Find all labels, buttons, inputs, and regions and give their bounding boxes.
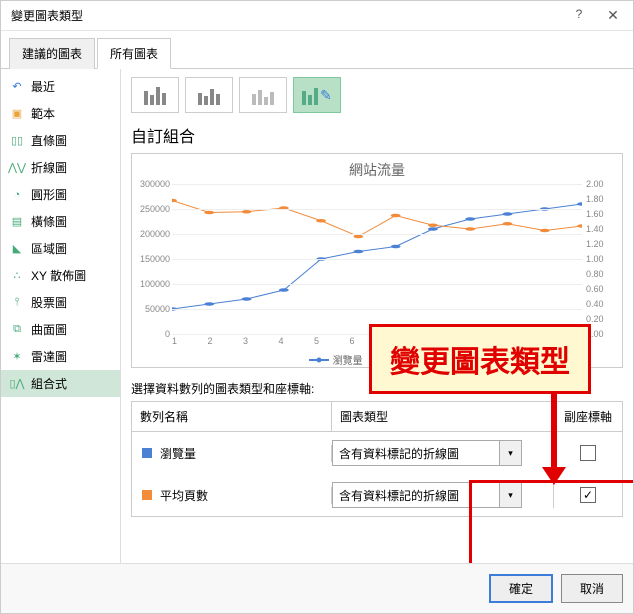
annotation-arrow bbox=[551, 389, 575, 485]
scatter-chart-icon: ∴ bbox=[9, 269, 25, 283]
header-chart-type: 圖表類型 bbox=[332, 402, 554, 431]
bar-chart-icon: ▤ bbox=[9, 215, 25, 229]
folder-icon: ▣ bbox=[9, 107, 25, 121]
series-swatch bbox=[142, 490, 152, 500]
sidebar-item-label: 折線圖 bbox=[31, 159, 67, 176]
chart-type-dropdown-2[interactable]: 含有資料標記的折線圖 ▾ bbox=[332, 482, 522, 508]
chevron-down-icon[interactable]: ▾ bbox=[499, 483, 521, 507]
subtype-thumbnails: ✎ bbox=[131, 77, 623, 113]
sidebar-item-label: 橫條圖 bbox=[31, 213, 67, 230]
chart-plot-area: 0500001000001500002000002500003000000.00… bbox=[172, 184, 582, 334]
sidebar-item-label: 範本 bbox=[31, 105, 55, 122]
series-name-1: 瀏覽量 bbox=[160, 445, 331, 462]
combo-chart-icon: ▯⋀ bbox=[9, 377, 25, 391]
combo-subtype-1[interactable] bbox=[131, 77, 179, 113]
sidebar-item-stock[interactable]: ⫯ 股票圖 bbox=[1, 289, 120, 316]
sidebar-item-label: 股票圖 bbox=[31, 294, 67, 311]
chart-type-dropdown-1[interactable]: 含有資料標記的折線圖 ▾ bbox=[332, 440, 522, 466]
series-swatch bbox=[142, 448, 152, 458]
sidebar-item-label: 直條圖 bbox=[31, 132, 67, 149]
sidebar-item-label: 圓形圖 bbox=[31, 186, 67, 203]
sidebar-item-scatter[interactable]: ∴ XY 散佈圖 bbox=[1, 262, 120, 289]
sidebar-item-label: 雷達圖 bbox=[31, 348, 67, 365]
ok-button[interactable]: 確定 bbox=[489, 574, 553, 603]
sidebar-item-bar[interactable]: ▤ 橫條圖 bbox=[1, 208, 120, 235]
tab-bar: 建議的圖表 所有圖表 bbox=[1, 37, 633, 69]
sidebar-item-radar[interactable]: ✶ 雷達圖 bbox=[1, 343, 120, 370]
undo-icon: ↶ bbox=[9, 80, 25, 94]
chart-type-sidebar: ↶ 最近 ▣ 範本 ▯▯ 直條圖 ⋀⋁ 折線圖 ◔ 圓形圖 ▤ 橫條圖 ◣ 區域圖 ∴ XY 散… bbox=[1, 69, 121, 563]
main-panel: ✎ 自訂組合 網站流量 0500001000001500002000002500… bbox=[121, 69, 633, 563]
sidebar-item-recent[interactable]: ↶ 最近 bbox=[1, 73, 120, 100]
sidebar-item-line[interactable]: ⋀⋁ 折線圖 bbox=[1, 154, 120, 181]
section-title: 自訂組合 bbox=[131, 123, 623, 147]
pencil-icon: ✎ bbox=[320, 87, 332, 104]
sidebar-item-combo[interactable]: ▯⋀ 組合式 bbox=[1, 370, 120, 397]
combo-subtype-2[interactable] bbox=[185, 77, 233, 113]
surface-chart-icon: ⧉ bbox=[9, 323, 25, 337]
radar-chart-icon: ✶ bbox=[9, 350, 25, 364]
combo-subtype-3[interactable] bbox=[239, 77, 287, 113]
sidebar-item-label: XY 散佈圖 bbox=[31, 267, 86, 284]
tab-all-charts[interactable]: 所有圖表 bbox=[97, 38, 171, 69]
close-button[interactable]: ✕ bbox=[603, 7, 623, 24]
sidebar-item-label: 區域圖 bbox=[31, 240, 67, 257]
cancel-button[interactable]: 取消 bbox=[561, 574, 623, 603]
help-button[interactable]: ? bbox=[569, 7, 589, 24]
sidebar-item-label: 最近 bbox=[31, 78, 55, 95]
sidebar-item-label: 組合式 bbox=[31, 375, 67, 392]
dialog-footer: 確定 取消 bbox=[1, 563, 633, 613]
dropdown-value: 含有資料標記的折線圖 bbox=[333, 441, 499, 465]
sidebar-item-surface[interactable]: ⧉ 曲面圖 bbox=[1, 316, 120, 343]
secondary-axis-checkbox-1[interactable] bbox=[580, 445, 596, 461]
annotation-callout: 變更圖表類型 bbox=[369, 324, 591, 394]
series-name-2: 平均頁數 bbox=[160, 487, 331, 504]
window-title: 變更圖表類型 bbox=[11, 7, 83, 24]
legend-series-1: 瀏覽量 bbox=[333, 352, 363, 367]
chart-title: 網站流量 bbox=[138, 160, 616, 180]
sidebar-item-column[interactable]: ▯▯ 直條圖 bbox=[1, 127, 120, 154]
series-table: 數列名稱 圖表類型 副座標軸 瀏覽量 含有資料標記的折線圖 ▾ bbox=[131, 401, 623, 517]
chevron-down-icon[interactable]: ▾ bbox=[499, 441, 521, 465]
header-series-name: 數列名稱 bbox=[132, 402, 332, 431]
sidebar-item-area[interactable]: ◣ 區域圖 bbox=[1, 235, 120, 262]
tab-recommended[interactable]: 建議的圖表 bbox=[9, 38, 95, 69]
dropdown-value: 含有資料標記的折線圖 bbox=[333, 483, 499, 507]
sidebar-item-label: 曲面圖 bbox=[31, 321, 67, 338]
pie-chart-icon: ◔ bbox=[9, 188, 25, 202]
stock-chart-icon: ⫯ bbox=[9, 296, 25, 310]
area-chart-icon: ◣ bbox=[9, 242, 25, 256]
sidebar-item-pie[interactable]: ◔ 圓形圖 bbox=[1, 181, 120, 208]
sidebar-item-templates[interactable]: ▣ 範本 bbox=[1, 100, 120, 127]
column-chart-icon: ▯▯ bbox=[9, 134, 25, 148]
combo-subtype-custom[interactable]: ✎ bbox=[293, 77, 341, 113]
titlebar: 變更圖表類型 ? ✕ bbox=[1, 1, 633, 31]
line-chart-icon: ⋀⋁ bbox=[9, 161, 25, 175]
secondary-axis-checkbox-2[interactable]: ✓ bbox=[580, 487, 596, 503]
